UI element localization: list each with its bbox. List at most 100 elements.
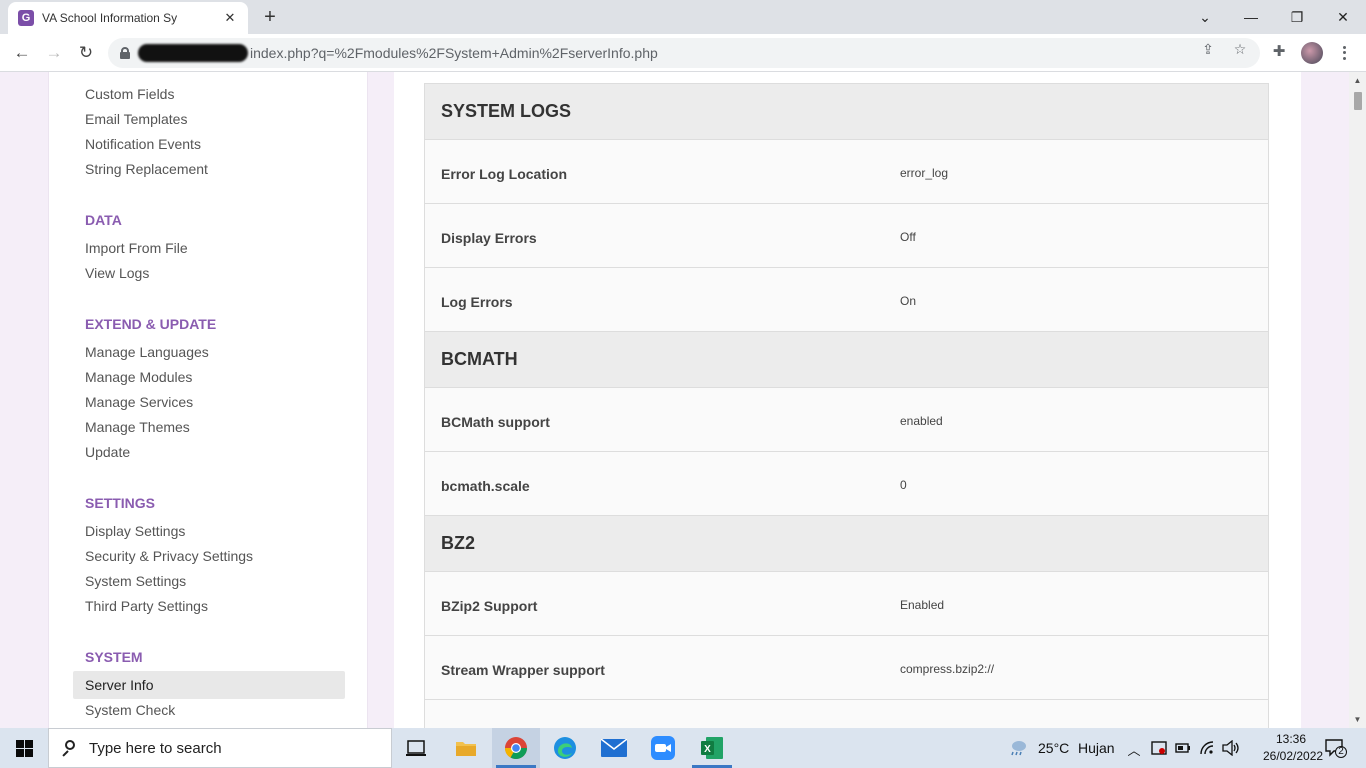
start-button[interactable] <box>0 728 48 768</box>
sidebar-item-notification-events[interactable]: Notification Events <box>85 136 201 152</box>
row-value: compress.bzip2:// <box>900 662 995 676</box>
scroll-thumb[interactable] <box>1354 92 1362 110</box>
windows-taskbar: Type here to search X 25°C Hujan ︿ 13:36 <box>0 728 1366 768</box>
server-info-table: SYSTEM LOGS Error Log Location error_log… <box>424 83 1269 728</box>
row-key: Stream Wrapper support <box>441 662 605 678</box>
sidebar-item-system-check[interactable]: System Check <box>85 702 175 718</box>
sidebar-item-server-info[interactable]: Server Info <box>85 677 153 693</box>
page-scrollbar[interactable]: ▲ ▼ <box>1349 72 1366 728</box>
security-tray-icon[interactable] <box>1151 740 1167 756</box>
row-key: Display Errors <box>441 230 537 246</box>
row-value: error_log <box>900 166 949 180</box>
tab-bar: G VA School Information Sy ✕ + ⌄ — ❐ ✕ <box>0 0 1366 34</box>
extensions-puzzle-icon[interactable]: ✚ <box>1268 42 1290 64</box>
row-value: On <box>900 294 917 308</box>
sidebar-heading-data: DATA <box>85 212 122 228</box>
row-key: BCMath support <box>441 414 550 430</box>
windows-logo-icon <box>15 739 33 757</box>
new-tab-icon[interactable]: + <box>258 5 282 29</box>
reload-icon[interactable]: ↻ <box>72 39 100 67</box>
share-icon[interactable]: ⇪ <box>1198 41 1218 59</box>
table-row: Log Errors On <box>425 268 1268 332</box>
table-row: Stream Wrapper support compress.bzip2:// <box>425 636 1268 700</box>
back-arrow-icon[interactable]: ← <box>8 39 36 67</box>
row-value: Enabled <box>900 598 945 612</box>
sidebar-item-update[interactable]: Update <box>85 444 130 460</box>
sidebar-item-security-privacy-settings[interactable]: Security & Privacy Settings <box>85 548 253 564</box>
sidebar-item-third-party-settings[interactable]: Third Party Settings <box>85 598 208 614</box>
sidebar-item-custom-fields[interactable]: Custom Fields <box>85 86 174 102</box>
browser-menu-icon[interactable] <box>1336 42 1352 64</box>
sidebar-item-manage-themes[interactable]: Manage Themes <box>85 419 190 435</box>
sidebar-item-string-replacement[interactable]: String Replacement <box>85 161 208 177</box>
sidebar-item-email-templates[interactable]: Email Templates <box>85 111 187 127</box>
notification-center-icon[interactable]: 2 <box>1325 738 1347 758</box>
sidebar-item-import-from-file[interactable]: Import From File <box>85 240 188 256</box>
battery-icon[interactable] <box>1175 740 1191 756</box>
weather-rain-icon[interactable] <box>1008 738 1028 758</box>
sidebar-item-manage-modules[interactable]: Manage Modules <box>85 369 192 385</box>
scroll-up-arrow-icon[interactable]: ▲ <box>1353 76 1362 85</box>
clock-time: 13:36 <box>1275 732 1307 746</box>
browser-toolbar: ← → ↻ index.php?q=%2Fmodules%2FSystem+Ad… <box>0 34 1366 72</box>
sidebar-heading-extend-update: EXTEND & UPDATE <box>85 316 217 332</box>
sidebar-item-display-settings[interactable]: Display Settings <box>85 523 185 539</box>
edge-icon[interactable] <box>551 734 579 762</box>
search-icon <box>61 740 77 756</box>
admin-sidebar: Custom Fields Email Templates Notificati… <box>48 72 368 728</box>
excel-icon[interactable]: X <box>698 734 726 762</box>
sidebar-heading-system: SYSTEM <box>85 649 143 665</box>
taskbar-search-placeholder: Type here to search <box>89 739 222 757</box>
volume-icon[interactable] <box>1222 739 1239 757</box>
zoom-icon[interactable] <box>649 734 677 762</box>
table-row: Display Errors Off <box>425 204 1268 268</box>
row-value: 0 <box>900 478 907 492</box>
table-row: bcmath.scale 0 <box>425 452 1268 516</box>
system-clock[interactable]: 13:36 26/02/2022 <box>1263 731 1324 765</box>
row-value: Off <box>900 230 916 244</box>
sidebar-item-manage-languages[interactable]: Manage Languages <box>85 344 209 360</box>
close-tab-icon[interactable]: ✕ <box>222 10 238 26</box>
redacted-url-host <box>138 44 248 62</box>
weather-condition[interactable]: Hujan <box>1078 740 1115 756</box>
clock-date: 26/02/2022 <box>1263 749 1324 763</box>
minimize-icon[interactable]: — <box>1228 0 1274 34</box>
school-favicon-icon: G <box>18 10 34 26</box>
tab-search-chevron-icon[interactable]: ⌄ <box>1182 0 1228 34</box>
mail-icon[interactable] <box>600 734 628 762</box>
page-viewport: Custom Fields Email Templates Notificati… <box>0 72 1349 728</box>
row-value: enabled <box>900 414 943 428</box>
chevron-up-icon[interactable]: ︿ <box>1126 740 1142 758</box>
address-bar[interactable]: index.php?q=%2Fmodules%2FSystem+Admin%2F… <box>108 38 1260 68</box>
bookmark-star-icon[interactable]: ☆ <box>1230 41 1250 59</box>
forward-arrow-icon[interactable]: → <box>40 39 68 67</box>
weather-temperature[interactable]: 25°C <box>1038 740 1069 756</box>
scroll-down-arrow-icon[interactable]: ▼ <box>1353 715 1362 724</box>
lock-icon[interactable] <box>120 47 130 59</box>
profile-avatar[interactable] <box>1301 42 1323 64</box>
url-text: index.php?q=%2Fmodules%2FSystem+Admin%2F… <box>250 45 658 61</box>
tab-title: VA School Information Sy <box>42 11 178 25</box>
restore-icon[interactable]: ❐ <box>1274 0 1320 34</box>
row-key: BZip2 Support <box>441 598 538 614</box>
row-key: bcmath.scale <box>441 478 530 494</box>
sidebar-heading-settings: SETTINGS <box>85 495 156 511</box>
chrome-icon[interactable] <box>502 734 530 762</box>
sidebar-item-view-logs[interactable]: View Logs <box>85 265 149 281</box>
file-explorer-icon[interactable] <box>452 734 480 762</box>
sidebar-item-manage-services[interactable]: Manage Services <box>85 394 193 410</box>
section-header-bcmath: BCMATH <box>425 332 1268 388</box>
browser-tab[interactable]: G VA School Information Sy ✕ <box>8 2 248 34</box>
close-window-icon[interactable]: ✕ <box>1320 0 1366 34</box>
table-row: BZip2 Support Enabled <box>425 572 1268 636</box>
table-row: Error Log Location error_log <box>425 140 1268 204</box>
table-row: BCMath support enabled <box>425 388 1268 452</box>
task-view-icon[interactable] <box>402 734 430 762</box>
section-header-system-logs: SYSTEM LOGS <box>425 84 1268 140</box>
notification-count: 2 <box>1338 746 1344 757</box>
sidebar-item-system-settings[interactable]: System Settings <box>85 573 186 589</box>
svg-text:X: X <box>704 744 711 755</box>
taskbar-search[interactable]: Type here to search <box>48 728 392 768</box>
section-header-bz2: BZ2 <box>425 516 1268 572</box>
wifi-icon[interactable] <box>1199 740 1215 756</box>
